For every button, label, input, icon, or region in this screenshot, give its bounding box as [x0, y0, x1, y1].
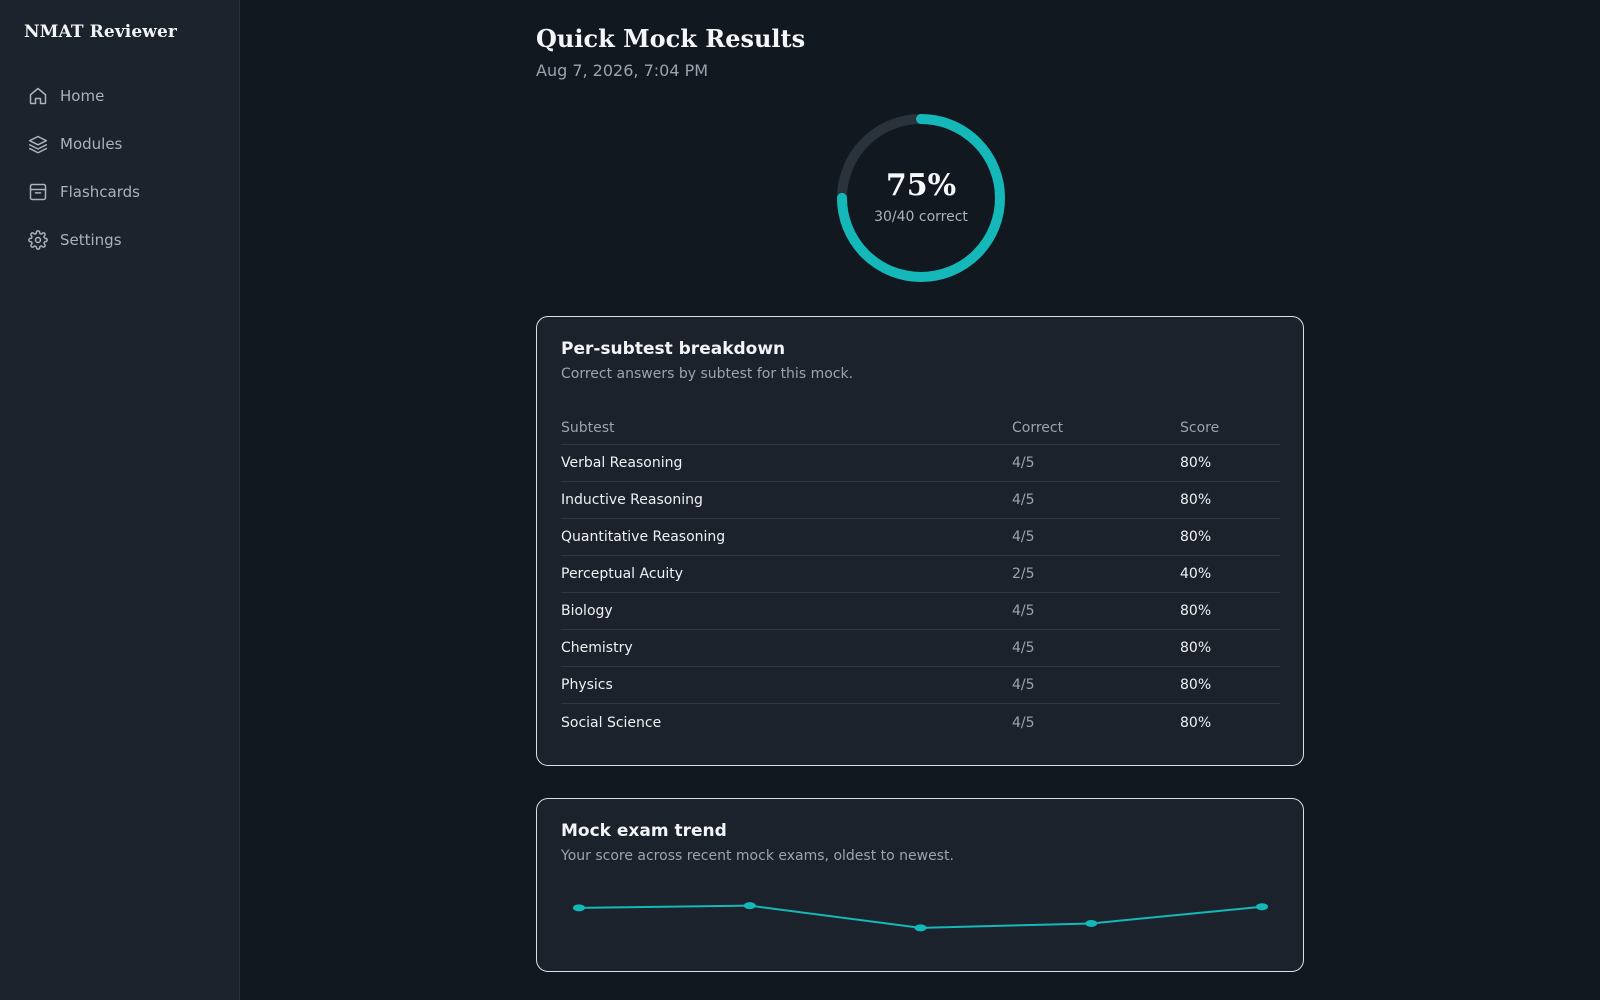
gear-icon: [28, 230, 48, 250]
sidebar: NMAT Reviewer Home Modules Flashcards Se…: [0, 0, 240, 1000]
sidebar-item-home[interactable]: Home: [0, 72, 240, 120]
table-header: Subtest Correct Score: [561, 411, 1280, 445]
table-row: Chemistry 4/5 80%: [561, 630, 1280, 667]
subtest-name: Physics: [561, 677, 613, 693]
score-percent: 75%: [885, 168, 957, 203]
score-donut: 75% 30/40 correct: [835, 112, 1007, 284]
table-row: Inductive Reasoning 4/5 80%: [561, 482, 1280, 519]
subtest-score: 80%: [1180, 529, 1212, 545]
sidebar-item-label: Modules: [60, 135, 123, 153]
subtest-correct: 4/5: [1012, 714, 1035, 731]
subtest-name: Quantitative Reasoning: [561, 529, 726, 545]
breakdown-table: Subtest Correct Score Verbal Reasoning 4…: [561, 411, 1280, 741]
breakdown-title: Per-subtest breakdown: [561, 339, 786, 359]
subtest-correct: 4/5: [1012, 529, 1035, 545]
trend-title: Mock exam trend: [561, 821, 727, 841]
trend-chart: [573, 902, 1268, 932]
sidebar-item-flashcards[interactable]: Flashcards: [0, 168, 240, 216]
sidebar-item-label: Home: [60, 87, 105, 105]
subtest-name: Chemistry: [561, 640, 633, 656]
subtest-correct: 2/5: [1012, 566, 1035, 582]
subtest-name: Perceptual Acuity: [561, 566, 684, 582]
sidebar-item-label: Flashcards: [60, 183, 140, 201]
breakdown-description: Correct answers by subtest for this mock…: [561, 366, 854, 382]
table-row: Physics 4/5 80%: [561, 667, 1280, 704]
page-title: Quick Mock Results: [536, 24, 806, 53]
table-row: Biology 4/5 80%: [561, 593, 1280, 630]
result-timestamp: Aug 7, 2026, 7:04 PM: [536, 61, 709, 80]
column-header-subtest: Subtest: [561, 419, 615, 436]
subtest-score: 80%: [1180, 492, 1212, 508]
subtest-score: 80%: [1180, 714, 1212, 731]
sidebar-item-settings[interactable]: Settings: [0, 216, 240, 264]
table-row: Verbal Reasoning 4/5 80%: [561, 445, 1280, 482]
score-detail: 30/40 correct: [874, 209, 968, 225]
trend-description: Your score across recent mock exams, old…: [561, 848, 954, 864]
trend-point: [1085, 919, 1098, 927]
layers-icon: [28, 134, 48, 154]
subtest-score: 80%: [1180, 603, 1212, 619]
subtest-correct: 4/5: [1012, 677, 1035, 693]
subtest-correct: 4/5: [1012, 603, 1035, 619]
trend-card: Mock exam trend Your score across recent…: [536, 798, 1304, 972]
subtest-correct: 4/5: [1012, 455, 1035, 471]
subtest-score: 80%: [1180, 677, 1212, 693]
sidebar-item-modules[interactable]: Modules: [0, 120, 240, 168]
subtest-name: Social Science: [561, 714, 662, 731]
sidebar-nav: Home Modules Flashcards Settings: [0, 72, 240, 264]
table-row: Perceptual Acuity 2/5 40%: [561, 556, 1280, 593]
app-title: NMAT Reviewer: [24, 22, 177, 42]
subtest-score: 40%: [1180, 566, 1212, 582]
trend-point: [914, 924, 927, 932]
subtest-name: Biology: [561, 603, 613, 619]
subtest-name: Verbal Reasoning: [561, 455, 683, 471]
table-row: Quantitative Reasoning 4/5 80%: [561, 519, 1280, 556]
trend-point: [1256, 903, 1268, 911]
trend-point: [573, 904, 585, 912]
subtest-score: 80%: [1180, 455, 1212, 471]
archive-icon: [28, 182, 48, 202]
breakdown-card: Per-subtest breakdown Correct answers by…: [536, 316, 1304, 766]
column-header-correct: Correct: [1012, 419, 1064, 436]
home-icon: [28, 86, 48, 106]
subtest-name: Inductive Reasoning: [561, 492, 703, 508]
sidebar-item-label: Settings: [60, 231, 122, 249]
table-row: Social Science 4/5 80%: [561, 704, 1280, 741]
trend-point: [743, 902, 756, 910]
subtest-correct: 4/5: [1012, 492, 1035, 508]
subtest-score: 80%: [1180, 640, 1212, 656]
column-header-score: Score: [1180, 419, 1220, 436]
subtest-correct: 4/5: [1012, 640, 1035, 656]
